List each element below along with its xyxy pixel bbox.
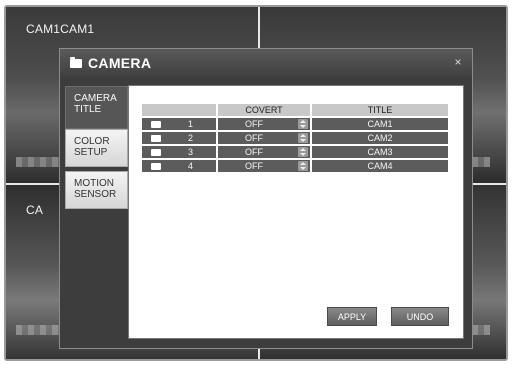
spinner-arrows-icon[interactable]: [298, 161, 308, 171]
table-row: 3 OFF CAM3: [142, 146, 448, 158]
header-number: [142, 104, 216, 116]
camera-number: 3: [188, 147, 194, 157]
undo-button[interactable]: UNDO: [391, 307, 449, 326]
spinner-arrows-icon[interactable]: [298, 147, 308, 157]
table-row: 4 OFF CAM4: [142, 160, 448, 172]
covert-select[interactable]: OFF: [218, 132, 310, 144]
camera-number: 2: [188, 133, 194, 143]
covert-select[interactable]: OFF: [218, 118, 310, 130]
tab-label-line2: SETUP: [74, 147, 108, 158]
camera-icon: [151, 149, 161, 156]
spinner-arrows-icon[interactable]: [298, 133, 308, 143]
close-icon[interactable]: ×: [452, 56, 464, 68]
dialog-header: CAMERA ×: [60, 49, 472, 77]
title-field[interactable]: CAM4: [312, 160, 448, 172]
number-cell: 1: [142, 118, 216, 130]
title-field[interactable]: CAM3: [312, 146, 448, 158]
camera-title-panel: COVERT TITLE 1 OFF CAM1 2 OFF CAM2 3 OFF…: [128, 85, 464, 339]
camera-number: 4: [188, 161, 194, 171]
camera-label-3: CA: [26, 203, 44, 217]
folder-icon: [70, 56, 82, 68]
apply-button[interactable]: APPLY: [327, 307, 377, 326]
tab-motion-sensor[interactable]: MOTION SENSOR: [65, 171, 128, 209]
tab-label-line1: MOTION: [74, 178, 114, 189]
covert-value: OFF: [245, 161, 263, 171]
camera-icon: [151, 121, 161, 128]
camera-icon: [151, 135, 161, 142]
tab-label-line2: TITLE: [74, 104, 102, 115]
covert-value: OFF: [245, 147, 263, 157]
table-row: 1 OFF CAM1: [142, 118, 448, 130]
tab-label-line2: SENSOR: [74, 189, 117, 200]
covert-select[interactable]: OFF: [218, 146, 310, 158]
title-field[interactable]: CAM1: [312, 118, 448, 130]
camera-dialog: CAMERA × CAMERA TITLE COLOR SETUP MOTION…: [59, 48, 473, 349]
spinner-arrows-icon[interactable]: [298, 119, 308, 129]
header-covert: COVERT: [218, 104, 310, 116]
tab-label-line1: COLOR: [74, 136, 110, 147]
tab-camera-title[interactable]: CAMERA TITLE: [65, 86, 128, 129]
camera-label-1: CAM1CAM1: [26, 22, 95, 36]
dialog-title: CAMERA: [88, 55, 152, 71]
tab-label-line1: CAMERA: [74, 93, 117, 104]
camera-icon: [151, 163, 161, 170]
camera-number: 1: [188, 119, 194, 129]
table-header: COVERT TITLE: [142, 104, 448, 116]
number-cell: 3: [142, 146, 216, 158]
covert-select[interactable]: OFF: [218, 160, 310, 172]
number-cell: 4: [142, 160, 216, 172]
title-field[interactable]: CAM2: [312, 132, 448, 144]
covert-value: OFF: [245, 133, 263, 143]
tab-color-setup[interactable]: COLOR SETUP: [65, 129, 128, 167]
number-cell: 2: [142, 132, 216, 144]
header-title: TITLE: [312, 104, 448, 116]
table-row: 2 OFF CAM2: [142, 132, 448, 144]
covert-value: OFF: [245, 119, 263, 129]
monitor-frame: CAM1CAM1 CA CAMERA × CAMERA TITLE COLOR …: [4, 5, 508, 361]
